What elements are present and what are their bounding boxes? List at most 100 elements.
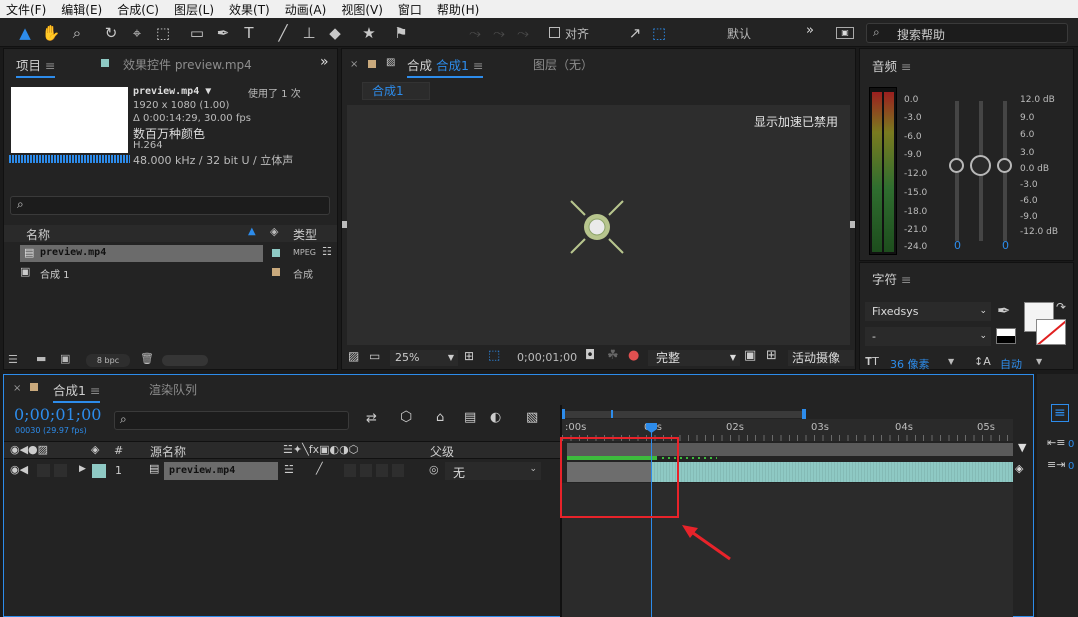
tab-character[interactable]: 字符 ≡ [872,269,911,288]
snap-edge-icon[interactable]: ↗ [624,22,646,44]
motion-blur-icon[interactable]: ◐ [490,410,501,425]
interpret-footage-icon[interactable]: ☰ [8,353,18,366]
axis-view-icon[interactable]: ⤳ [512,22,534,44]
brush-tool-icon[interactable]: ╱ [272,22,294,44]
rectangle-tool-icon[interactable]: ▭ [186,22,208,44]
rotate-tool-icon[interactable]: ↻ [100,22,122,44]
lock-toggle[interactable] [54,464,67,477]
audio-right-value[interactable]: 0 [1002,239,1009,252]
clone-stamp-tool-icon[interactable]: ⊥ [298,22,320,44]
parent-pickwhip-icon[interactable]: ◎ [429,463,439,476]
audio-right-slider[interactable] [997,158,1012,173]
menu-help[interactable]: 帮助(H) [437,1,479,18]
tab-project[interactable]: 项目 ≡ [16,55,56,78]
target-region-icon[interactable]: ▣ [744,348,756,363]
project-item-row[interactable]: ▤ preview.mp4 MPEG ☷ [4,245,337,262]
layer-end-marker-icon[interactable]: ◈ [1015,462,1023,475]
parent-dropdown[interactable]: 无 ⌄ [445,462,541,480]
menu-animation[interactable]: 动画(A) [285,1,327,18]
layer-switch[interactable] [344,464,356,477]
item-label-swatch[interactable] [272,268,280,276]
new-composition-icon[interactable]: ▣ [60,352,70,365]
thumbnail-slider[interactable] [162,355,208,366]
paragraph-panel-icon[interactable]: ≡ [1051,404,1069,422]
timeline-timecode[interactable]: 0;00;01;00 [14,405,101,424]
zoom-tool-icon[interactable]: ⌕ [66,22,88,44]
time-graph[interactable]: :00s 01s 02s 03s 04s 05s [560,405,1013,617]
camera-view-dropdown[interactable]: 活动摄像 [788,350,854,366]
project-search-input[interactable]: ⌕ [10,196,330,215]
layer-row[interactable]: ◉◀ ▶ 1 ▤ preview.mp4 ☱ ╱ ◎ 无 ⌄ [4,461,560,481]
menu-layer[interactable]: 图层(L) [174,1,214,18]
font-size-value[interactable]: 36 像素 [890,356,930,372]
workspace-more-icon[interactable]: » [806,23,814,38]
audio-master-slider[interactable] [970,155,991,176]
layer-name-field[interactable]: preview.mp4 [164,462,278,480]
axis-world-icon[interactable]: ⤳ [488,22,510,44]
snap-checkbox[interactable] [549,27,560,38]
bit-depth-button[interactable]: 8 bpc [86,354,130,367]
flowchart-icon[interactable]: ☷ [322,245,332,258]
footage-dropdown-icon[interactable]: ▼ [205,86,211,97]
layer-switch[interactable] [376,464,388,477]
label-tag-icon[interactable]: ◈ [91,443,99,456]
column-parent[interactable]: 父级 [430,443,454,460]
tab-effect-controls[interactable]: 效果控件 preview.mp4 [123,56,252,73]
draft-3d-icon[interactable]: ⬡ [400,409,412,425]
preview-toggle-icon[interactable]: ▨ [348,349,359,363]
menu-edit[interactable]: 编辑(E) [61,1,102,18]
axis-local-icon[interactable]: ⤳ [464,22,486,44]
camera-orbit-tool-icon[interactable]: ⌖ [126,22,148,44]
quality-switch-icon[interactable]: ╱ [316,462,323,475]
tab-layer[interactable]: 图层（无） [533,56,593,73]
comp-edge-handle[interactable] [342,221,347,228]
expand-triangle-icon[interactable]: ▶ [79,464,86,474]
menu-composition[interactable]: 合成(C) [117,1,159,18]
comp-breadcrumb[interactable]: 合成1 [362,82,430,100]
new-folder-icon[interactable]: ▬ [36,352,46,365]
pen-tool-icon[interactable]: ✒ [212,22,234,44]
help-search-input[interactable]: ⌕ 搜索帮助 [866,23,1068,43]
audio-left-slider[interactable] [949,158,964,173]
comp-viewer[interactable]: 显示加速已禁用 [342,105,855,345]
audio-left-value[interactable]: 0 [954,239,961,252]
eyedropper-icon[interactable]: ✒ [997,301,1010,320]
timeline-search-input[interactable]: ⌕ [114,411,349,430]
selection-tool-icon[interactable]: ▲ [14,22,36,44]
pan-behind-tool-icon[interactable]: ⬚ [152,22,174,44]
work-area-end-handle[interactable] [802,409,806,419]
zoom-dropdown[interactable]: 25% ▼ [390,350,458,366]
item-label-swatch[interactable] [272,249,280,257]
resolution-dropdown[interactable]: 完整 ▼ [648,350,740,366]
label-tag-icon[interactable]: ◈ [270,225,278,238]
font-style-dropdown[interactable]: - ⌄ [865,327,991,346]
layer-label-swatch[interactable] [92,464,106,478]
comp-end-marker-icon[interactable]: ▼ [1018,441,1026,454]
swap-colors-icon[interactable]: ↷ [1056,300,1066,314]
current-time-display[interactable]: 0;00;01;00 [517,351,577,364]
eraser-tool-icon[interactable]: ◆ [324,22,346,44]
snapshot-camera-icon[interactable]: ◘ [585,348,595,363]
hand-tool-icon[interactable]: ✋ [40,22,62,44]
black-white-swatch[interactable] [996,328,1016,344]
chevron-down-icon[interactable]: ▼ [948,357,954,366]
shy-layers-icon[interactable]: ⌂ [436,410,444,425]
text-tool-icon[interactable]: T [238,22,260,44]
stroke-color-swatch[interactable] [1036,319,1066,345]
layer-switch[interactable] [392,464,404,477]
menu-window[interactable]: 窗口 [398,1,422,18]
close-tab-icon[interactable]: × [13,383,21,394]
transparency-grid-icon[interactable]: ⊞ [766,348,777,363]
sort-ascending-icon[interactable]: ▲ [248,226,256,237]
workspace-label[interactable]: 默认 [727,25,751,42]
indent-right-icon[interactable]: ≡⇥ [1047,458,1065,471]
indent-left-icon[interactable]: ⇤≡ [1047,436,1065,449]
switches-header-icons[interactable]: ☱✦╲fx▣◐◑⬡ [283,443,358,456]
workspace-menu-icon[interactable]: ▣ [836,27,854,39]
lock-icon[interactable]: ▨ [386,57,395,68]
show-snapshot-icon[interactable]: ☘ [607,348,619,363]
puppet-pin-tool-icon[interactable]: ⚑ [390,22,412,44]
solo-toggle[interactable] [37,464,50,477]
close-tab-icon[interactable]: × [350,59,358,70]
project-item-row[interactable]: ▣ 合成 1 合成 [4,264,337,281]
